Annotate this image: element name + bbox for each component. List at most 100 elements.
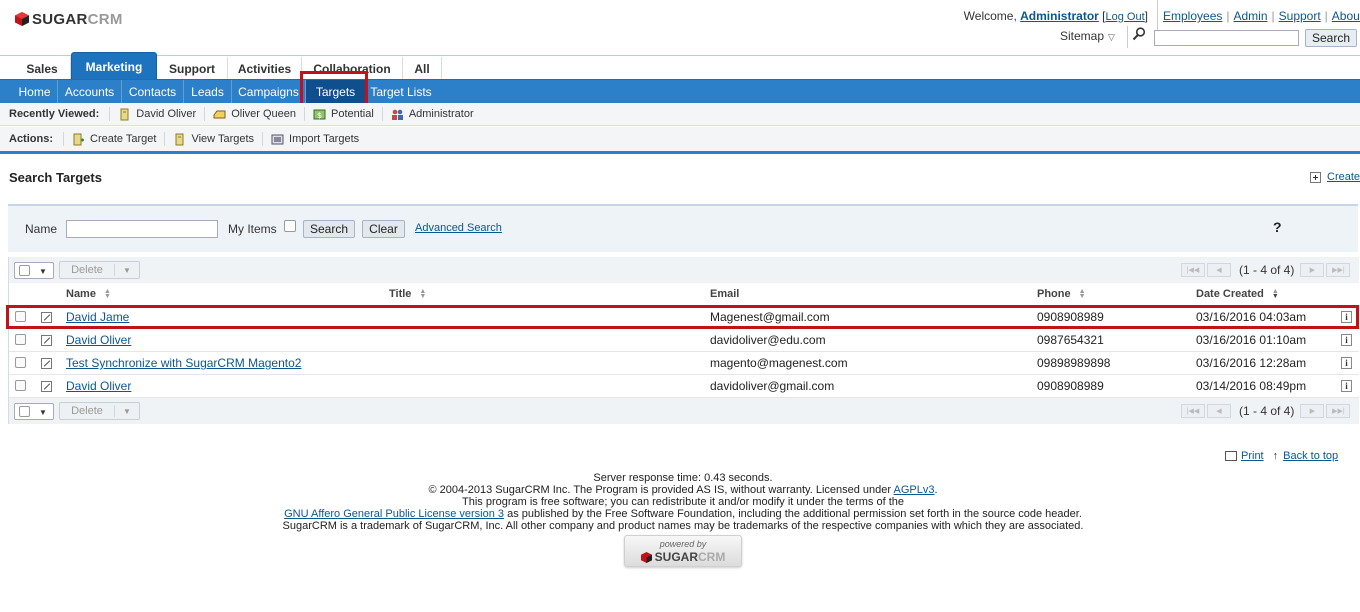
- target-icon: [118, 108, 131, 121]
- info-icon[interactable]: i: [1341, 357, 1352, 369]
- module-tab-contacts[interactable]: Contacts: [122, 80, 184, 103]
- sugarcrm-logo[interactable]: SUGARCRM: [15, 11, 123, 28]
- global-search-input[interactable]: [1154, 30, 1299, 46]
- module-tab-target-lists[interactable]: Target Lists: [366, 80, 436, 103]
- target-phone: 0987654321: [1037, 333, 1104, 347]
- select-all-checkbox[interactable]: [19, 265, 30, 276]
- group-tab-sales[interactable]: Sales: [14, 57, 71, 80]
- group-tab-all[interactable]: All: [403, 57, 442, 80]
- opportunity-icon: $: [313, 108, 326, 121]
- module-tab-leads[interactable]: Leads: [184, 80, 232, 103]
- first-page-icon[interactable]: |◀◀: [1181, 404, 1205, 418]
- recent-item-administrator[interactable]: Administrator: [381, 107, 482, 121]
- license-text: This program is free software; you can r…: [461, 496, 905, 508]
- edit-icon[interactable]: [41, 335, 52, 346]
- copyright: © 2004-2013 SugarCRM Inc. The Program is…: [428, 484, 938, 496]
- admin-link[interactable]: Admin: [1234, 9, 1268, 23]
- info-icon[interactable]: i: [1341, 334, 1352, 346]
- search-icon[interactable]: [1132, 27, 1146, 41]
- pagination-text: (1 - 4 of 4): [1239, 263, 1295, 277]
- recent-item-potential[interactable]: $ Potential: [304, 107, 382, 121]
- row-checkbox[interactable]: [15, 334, 26, 345]
- module-tab-home[interactable]: Home: [12, 80, 58, 103]
- current-user-link[interactable]: Administrator: [1020, 9, 1099, 23]
- recent-item-david-oliver[interactable]: David Oliver: [109, 107, 204, 121]
- search-button[interactable]: Search: [303, 220, 355, 238]
- group-tab-support[interactable]: Support: [157, 57, 228, 80]
- name-label: Name: [25, 222, 58, 236]
- module-tab-bar: Home Accounts Contacts Leads Campaigns T…: [0, 79, 1360, 103]
- module-tab-accounts[interactable]: Accounts: [58, 80, 122, 103]
- response-time: Server response time: 0.43 seconds.: [593, 472, 773, 484]
- advanced-search-link[interactable]: Advanced Search: [415, 222, 502, 234]
- about-link[interactable]: About: [1332, 9, 1360, 23]
- footer: Server response time: 0.43 seconds. © 20…: [0, 472, 1360, 532]
- target-name-link[interactable]: David Oliver: [66, 333, 131, 347]
- edit-icon[interactable]: [41, 358, 52, 369]
- back-to-top-link[interactable]: Back to top: [1283, 450, 1338, 462]
- chevron-down-icon: ▼: [123, 265, 131, 275]
- edit-icon[interactable]: [41, 381, 52, 392]
- chevron-down-icon: ▽: [1108, 32, 1115, 42]
- global-search-button[interactable]: Search: [1305, 29, 1357, 47]
- next-page-icon[interactable]: ▶: [1300, 404, 1325, 418]
- svg-text:$: $: [317, 111, 322, 120]
- column-name[interactable]: Name ▲ ▼: [66, 288, 111, 300]
- sitemap-menu[interactable]: Sitemap ▽: [1060, 29, 1115, 43]
- table-row[interactable]: Test Synchronize with SugarCRM Magento2 …: [9, 352, 1359, 375]
- table-row[interactable]: David Oliver davidoliver@gmail.com 09089…: [9, 375, 1359, 398]
- column-phone[interactable]: Phone ▲ ▼: [1037, 288, 1086, 300]
- column-date-created[interactable]: Date Created ▲ ▼: [1196, 288, 1279, 300]
- clear-button[interactable]: Clear: [362, 220, 405, 238]
- plus-icon: [1310, 171, 1321, 183]
- my-items-checkbox[interactable]: [284, 220, 296, 232]
- last-page-icon[interactable]: ▶▶|: [1326, 263, 1351, 277]
- column-email: Email: [710, 288, 740, 300]
- print-link[interactable]: Print: [1241, 450, 1264, 462]
- pager: |◀◀ ◀ (1 - 4 of 4) ▶ ▶▶|: [1181, 263, 1352, 277]
- select-all-dropdown[interactable]: ▼: [14, 403, 54, 420]
- table-row[interactable]: David Oliver davidoliver@edu.com 0987654…: [9, 329, 1359, 352]
- arrow-up-icon: ↑: [1272, 450, 1279, 462]
- target-name-link[interactable]: David Oliver: [66, 379, 131, 393]
- support-link[interactable]: Support: [1279, 9, 1321, 23]
- recent-item-oliver-queen[interactable]: Oliver Queen: [204, 107, 304, 121]
- view-targets-action[interactable]: View Targets: [164, 132, 262, 146]
- delete-button[interactable]: Delete ▼: [59, 261, 140, 279]
- import-targets-action[interactable]: Import Targets: [262, 132, 367, 146]
- pager: |◀◀ ◀ (1 - 4 of 4) ▶ ▶▶|: [1181, 404, 1352, 418]
- search-form: Name My Items Search Clear Advanced Sear…: [8, 204, 1358, 252]
- group-tab-activities[interactable]: Activities: [228, 57, 302, 80]
- employees-link[interactable]: Employees: [1163, 9, 1222, 23]
- create-link[interactable]: Create: [1327, 171, 1360, 183]
- next-page-icon[interactable]: ▶: [1300, 263, 1325, 277]
- target-date: 03/16/2016 12:28am: [1196, 356, 1307, 370]
- trademark-text: SugarCRM is a trademark of SugarCRM, Inc…: [282, 520, 1084, 532]
- name-search-input[interactable]: [66, 220, 218, 238]
- create-target-icon: [72, 133, 85, 146]
- prev-page-icon[interactable]: ◀: [1207, 263, 1231, 277]
- create-target-action[interactable]: Create Target: [63, 132, 164, 146]
- select-all-dropdown[interactable]: ▼: [14, 262, 54, 279]
- top-nav: Employees|Admin|Support|About: [1157, 0, 1360, 30]
- first-page-icon[interactable]: |◀◀: [1181, 263, 1205, 277]
- delete-button[interactable]: Delete ▼: [59, 402, 140, 420]
- agpl-link[interactable]: AGPLv3: [894, 484, 935, 496]
- last-page-icon[interactable]: ▶▶|: [1326, 404, 1351, 418]
- gnu-license-link[interactable]: GNU Affero General Public License versio…: [284, 508, 504, 520]
- logout-link[interactable]: Log Out: [1106, 11, 1145, 23]
- row-checkbox[interactable]: [15, 380, 26, 391]
- group-tab-bar: Sales Marketing Support Activities Colla…: [0, 52, 1360, 80]
- first-row-highlight: [6, 305, 1359, 329]
- help-icon[interactable]: ?: [1273, 219, 1282, 235]
- module-tab-campaigns[interactable]: Campaigns: [232, 80, 306, 103]
- row-checkbox[interactable]: [15, 357, 26, 368]
- sort-desc-icon: ▲ ▼: [1271, 288, 1279, 300]
- group-tab-marketing[interactable]: Marketing: [71, 52, 157, 80]
- info-icon[interactable]: i: [1341, 380, 1352, 392]
- column-title[interactable]: Title ▲ ▼: [389, 288, 426, 300]
- target-name-link[interactable]: Test Synchronize with SugarCRM Magento2: [66, 356, 301, 370]
- prev-page-icon[interactable]: ◀: [1207, 404, 1231, 418]
- powered-by-badge[interactable]: powered by SUGAR CRM: [624, 535, 742, 567]
- select-all-checkbox[interactable]: [19, 406, 30, 417]
